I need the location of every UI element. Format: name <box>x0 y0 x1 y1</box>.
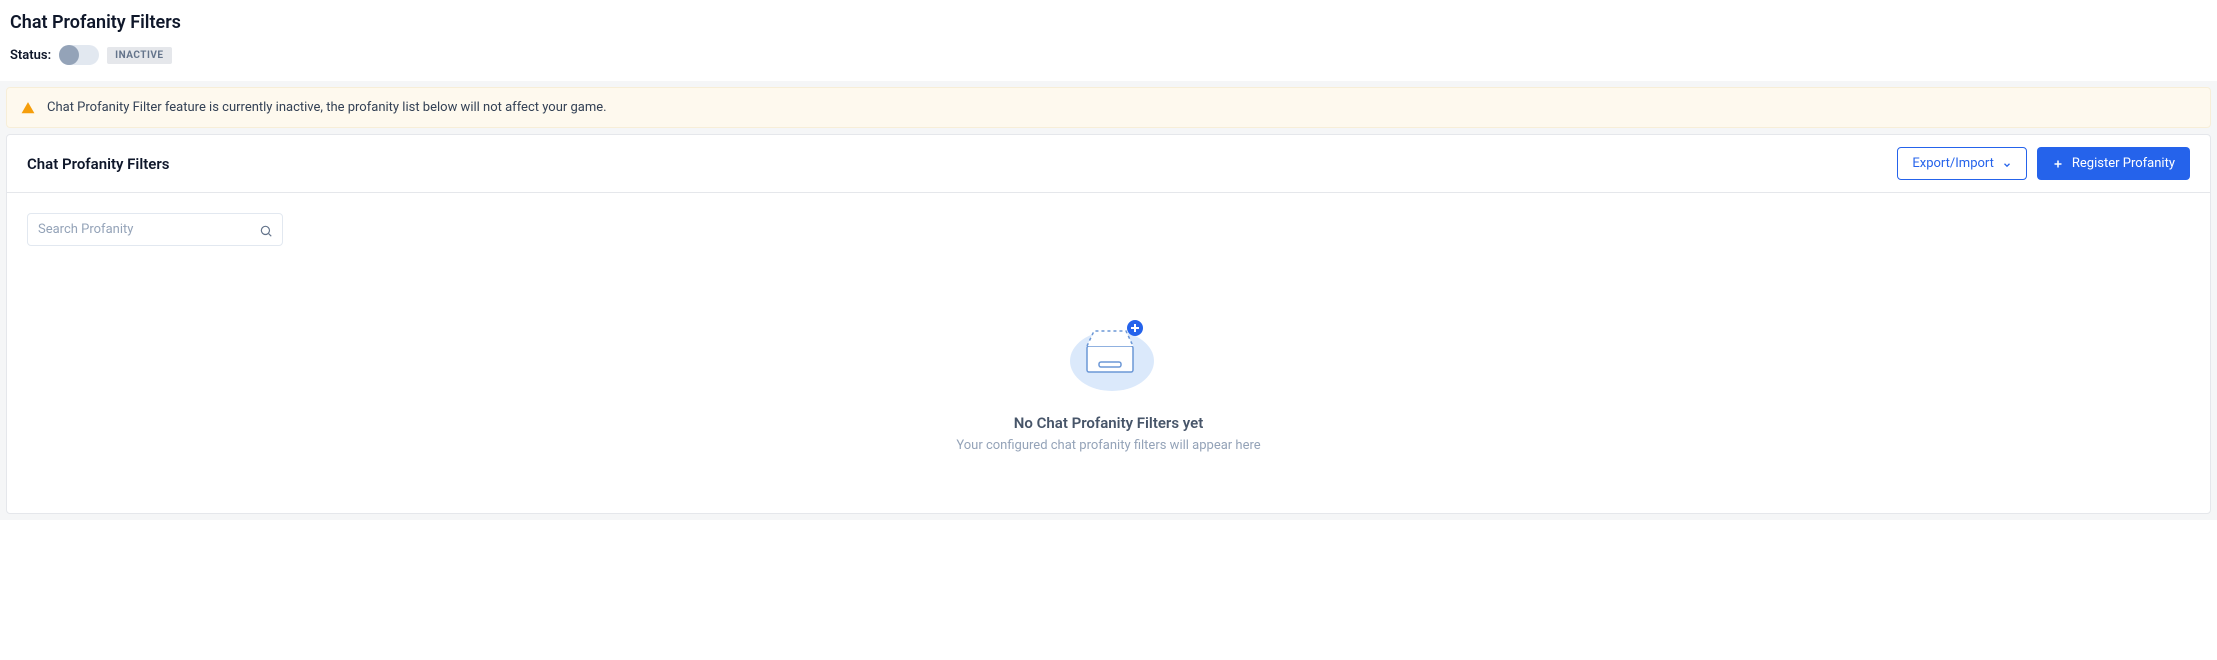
empty-state-title: No Chat Profanity Filters yet <box>1014 414 1203 432</box>
status-toggle-knob <box>59 45 79 65</box>
status-label: Status: <box>10 48 51 63</box>
status-toggle[interactable] <box>59 45 99 65</box>
empty-state: No Chat Profanity Filters yet Your confi… <box>27 246 2190 493</box>
search-input[interactable] <box>27 213 283 246</box>
register-profanity-label: Register Profanity <box>2072 156 2175 171</box>
filters-panel: Chat Profanity Filters Export/Import Reg… <box>6 134 2211 514</box>
inactive-alert: Chat Profanity Filter feature is current… <box>6 87 2211 128</box>
panel-header: Chat Profanity Filters Export/Import Reg… <box>7 135 2210 193</box>
panel-body: No Chat Profanity Filters yet Your confi… <box>7 193 2210 513</box>
status-badge: INACTIVE <box>107 47 171 64</box>
chevron-down-icon <box>2002 159 2012 169</box>
page-header: Chat Profanity Filters Status: INACTIVE <box>0 0 2217 81</box>
warning-icon <box>21 101 35 115</box>
export-import-button[interactable]: Export/Import <box>1897 147 2027 180</box>
empty-state-illustration <box>1049 306 1169 396</box>
alert-text: Chat Profanity Filter feature is current… <box>47 100 607 115</box>
panel-title: Chat Profanity Filters <box>27 155 169 173</box>
register-profanity-button[interactable]: Register Profanity <box>2037 147 2190 180</box>
status-row: Status: INACTIVE <box>10 45 2207 65</box>
content-wrapper: Chat Profanity Filter feature is current… <box>0 81 2217 520</box>
panel-actions: Export/Import Register Profanity <box>1897 147 2190 180</box>
empty-state-subtitle: Your configured chat profanity filters w… <box>956 438 1260 453</box>
search-box <box>27 213 283 246</box>
export-import-label: Export/Import <box>1912 156 1994 171</box>
plus-icon <box>2052 158 2064 170</box>
page-title: Chat Profanity Filters <box>10 12 2207 33</box>
